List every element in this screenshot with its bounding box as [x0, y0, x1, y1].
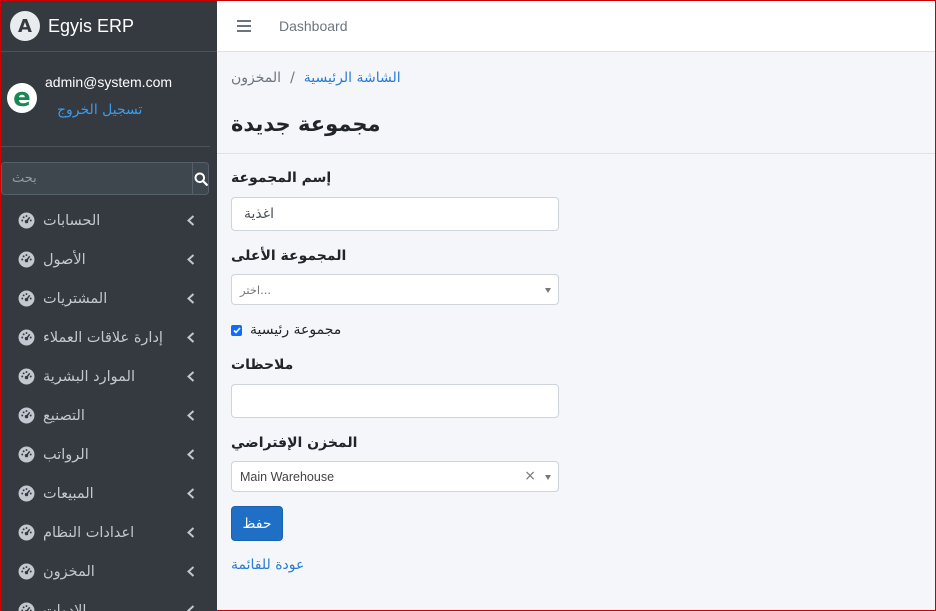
parent-group-placeholder: اختر...	[240, 282, 272, 297]
sidebar-item-label: المشتريات	[43, 290, 108, 307]
main-sidebar: A Egyis ERP e admin@system.com تسجيل الخ…	[1, 1, 217, 611]
chevron-left-icon	[185, 409, 197, 421]
sidebar-item-assets[interactable]: الأصول	[1, 240, 217, 279]
sidebar-item-label: التصنيع	[43, 407, 85, 424]
sidebar-item-tools[interactable]: الادوات	[1, 591, 217, 611]
brand-name[interactable]: Egyis ERP	[48, 16, 134, 37]
tachometer-icon	[17, 290, 35, 308]
logout-link[interactable]: تسجيل الخروج	[57, 102, 142, 118]
chevron-left-icon	[185, 448, 197, 460]
brand-logo: A	[10, 11, 40, 41]
tachometer-icon	[17, 563, 35, 581]
top-navbar: Dashboard	[217, 1, 935, 52]
sidebar-item-label: اعدادات النظام	[43, 524, 135, 541]
breadcrumb-home[interactable]: الشاشة الرئيسية	[304, 70, 401, 86]
sidebar-item-label: إدارة علاقات العملاء	[43, 329, 163, 346]
default-store-select[interactable]: Main Warehouse ×	[231, 461, 559, 492]
caret-down-icon	[545, 475, 551, 480]
tachometer-icon	[17, 251, 35, 269]
chevron-left-icon	[185, 604, 197, 611]
check-icon	[232, 326, 241, 334]
chevron-left-icon	[185, 292, 197, 304]
sidebar-item-system-settings[interactable]: اعدادات النظام	[1, 513, 217, 552]
sidebar-item-label: الرواتب	[43, 446, 89, 463]
breadcrumb-current: المخزون	[231, 70, 282, 86]
sidebar-item-payroll[interactable]: الرواتب	[1, 435, 217, 474]
chevron-left-icon	[185, 565, 197, 577]
tachometer-icon	[17, 524, 35, 542]
tachometer-icon	[17, 212, 35, 230]
main-group-checkbox-row: مجموعة رئيسية	[231, 322, 341, 338]
tachometer-icon	[17, 485, 35, 503]
chevron-left-icon	[185, 370, 197, 382]
chevron-left-icon	[185, 331, 197, 343]
caret-down-icon	[545, 288, 551, 293]
notes-label: ملاحظات	[231, 357, 294, 373]
chevron-left-icon	[185, 487, 197, 499]
main-content: الشاشة الرئيسية / المخزون مجموعة جديدة إ…	[217, 52, 935, 610]
parent-group-label: المجموعة الأعلى	[231, 248, 347, 264]
user-email[interactable]: admin@system.com	[45, 74, 172, 90]
back-to-list-link[interactable]: عودة للقائمة	[231, 557, 304, 573]
page-title: مجموعة جديدة	[231, 112, 381, 136]
notes-input[interactable]	[231, 384, 559, 418]
sidebar-item-label: الموارد البشرية	[43, 368, 135, 385]
main-group-checkbox-label[interactable]: مجموعة رئيسية	[250, 322, 341, 338]
user-avatar: e	[7, 83, 37, 113]
chevron-left-icon	[185, 526, 197, 538]
sidebar-item-purchases[interactable]: المشتريات	[1, 279, 217, 318]
tachometer-icon	[17, 407, 35, 425]
sidebar-item-manufacturing[interactable]: التصنيع	[1, 396, 217, 435]
sidebar-item-label: المبيعات	[43, 485, 94, 502]
nav-dashboard-link[interactable]: Dashboard	[279, 18, 348, 34]
sidebar-item-inventory[interactable]: المخزون	[1, 552, 217, 591]
chevron-left-icon	[185, 214, 197, 226]
clear-icon[interactable]: ×	[524, 468, 536, 484]
breadcrumb-separator: /	[290, 70, 295, 86]
divider	[217, 153, 935, 154]
tachometer-icon	[17, 368, 35, 386]
sidebar-item-hr[interactable]: الموارد البشرية	[1, 357, 217, 396]
user-panel: e admin@system.com تسجيل الخروج	[1, 52, 210, 147]
sidebar-item-accounts[interactable]: الحسابات	[1, 201, 217, 240]
tachometer-icon	[17, 446, 35, 464]
brand[interactable]: A Egyis ERP	[1, 1, 217, 52]
hamburger-icon[interactable]	[237, 19, 251, 33]
sidebar-item-label: المخزون	[43, 563, 95, 580]
tachometer-icon	[17, 329, 35, 347]
search-input[interactable]	[2, 163, 192, 194]
parent-group-select[interactable]: اختر...	[231, 274, 559, 305]
sidebar-menu: الحسابات الأصول المشتريات إدارة علاقات ا…	[1, 201, 217, 611]
search-button[interactable]	[192, 163, 208, 194]
group-name-label: إسم المجموعة	[231, 170, 332, 186]
default-store-value: Main Warehouse	[240, 469, 335, 484]
sidebar-search	[1, 162, 209, 195]
sidebar-item-crm[interactable]: إدارة علاقات العملاء	[1, 318, 217, 357]
tachometer-icon	[17, 602, 35, 611]
sidebar-item-label: الحسابات	[43, 212, 101, 229]
main-group-checkbox[interactable]	[231, 324, 242, 336]
breadcrumb: الشاشة الرئيسية / المخزون	[231, 70, 401, 86]
sidebar-item-label: الأصول	[43, 251, 86, 268]
sidebar-item-label: الادوات	[43, 602, 87, 611]
sidebar-item-sales[interactable]: المبيعات	[1, 474, 217, 513]
chevron-left-icon	[185, 253, 197, 265]
save-button[interactable]: حفظ	[231, 506, 283, 541]
default-store-label: المخزن الإفتراضي	[231, 435, 358, 451]
group-name-input[interactable]	[231, 197, 559, 231]
search-icon	[194, 172, 208, 186]
